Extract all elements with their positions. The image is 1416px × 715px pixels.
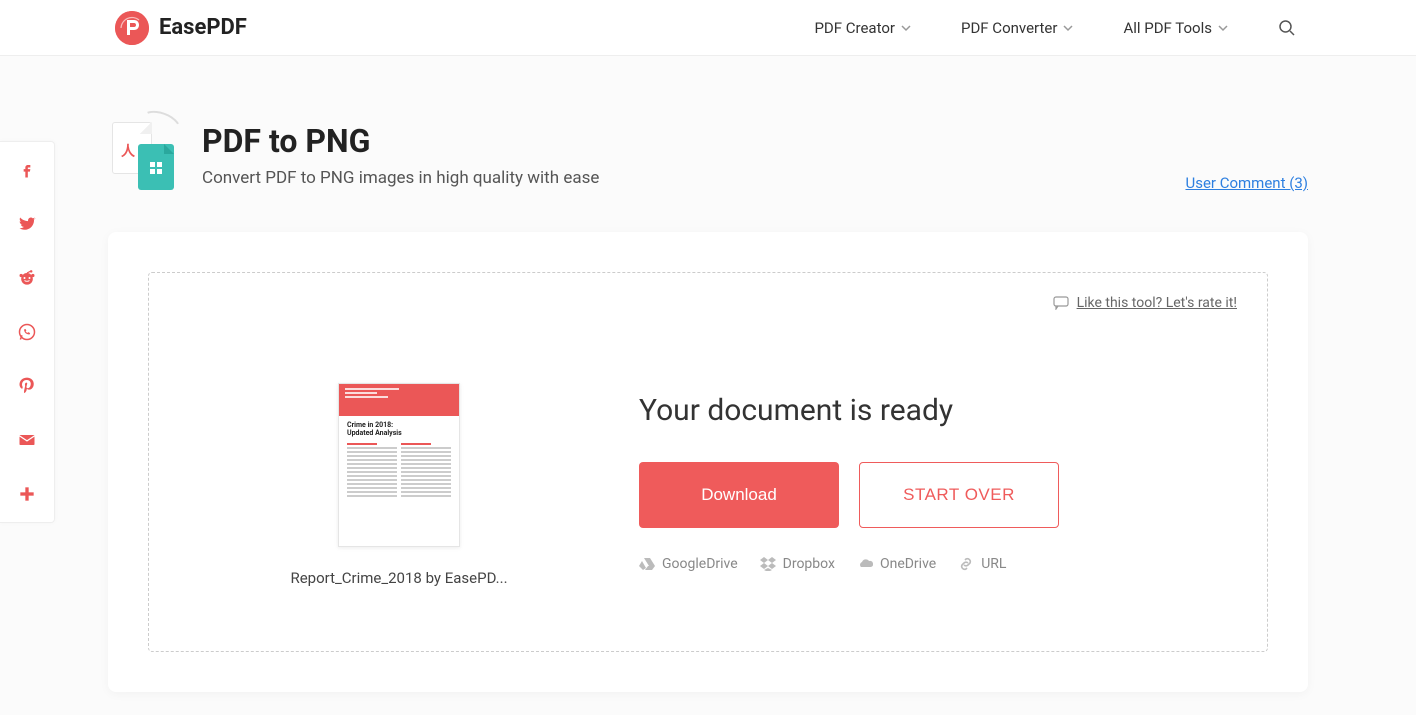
rate-tool-link[interactable]: Like this tool? Let's rate it!	[1053, 295, 1237, 311]
email-icon[interactable]	[17, 430, 37, 450]
save-dropbox[interactable]: Dropbox	[760, 556, 835, 572]
chevron-down-icon	[901, 23, 911, 33]
preview-column: Crime in 2018:Updated Analysis Report_Cr…	[229, 383, 569, 587]
page-title-row: 人 PDF to PNG Convert PDF to PNG images i…	[108, 116, 1308, 188]
drop-area: Like this tool? Let's rate it! Crime in …	[148, 272, 1268, 652]
page-title: PDF to PNG	[202, 122, 599, 160]
save-label: GoogleDrive	[662, 556, 738, 572]
user-comment-link[interactable]: User Comment (3)	[1185, 174, 1308, 192]
result-card: Like this tool? Let's rate it! Crime in …	[108, 232, 1308, 692]
button-row: Download START OVER	[639, 462, 1187, 528]
rate-tool-text: Like this tool? Let's rate it!	[1077, 295, 1237, 311]
title-text-block: PDF to PNG Convert PDF to PNG images in …	[202, 116, 599, 188]
twitter-icon[interactable]	[17, 214, 37, 234]
search-icon	[1278, 19, 1296, 37]
save-onedrive[interactable]: OneDrive	[857, 556, 936, 572]
facebook-icon[interactable]	[17, 160, 37, 180]
brand-name: EasePDF	[159, 15, 247, 40]
pinterest-icon[interactable]	[17, 376, 37, 396]
save-label: Dropbox	[783, 556, 835, 572]
nav-all-tools[interactable]: All PDF Tools	[1123, 19, 1228, 37]
chevron-down-icon	[1063, 23, 1073, 33]
output-filename: Report_Crime_2018 by EasePD...	[290, 569, 507, 587]
brand-logo-icon	[115, 11, 149, 45]
link-icon	[958, 557, 974, 571]
ready-heading: Your document is ready	[639, 393, 1187, 428]
action-column: Your document is ready Download START OV…	[639, 383, 1187, 572]
reddit-icon[interactable]	[17, 268, 37, 288]
chevron-down-icon	[1218, 23, 1228, 33]
dropbox-icon	[760, 557, 776, 571]
logo[interactable]: EasePDF	[115, 11, 247, 45]
document-thumbnail[interactable]: Crime in 2018:Updated Analysis	[338, 383, 460, 547]
main-container: 人 PDF to PNG Convert PDF to PNG images i…	[108, 56, 1308, 692]
more-share-icon[interactable]	[17, 484, 37, 504]
start-over-button[interactable]: START OVER	[859, 462, 1059, 528]
save-url[interactable]: URL	[958, 556, 1006, 572]
social-share-bar	[0, 141, 55, 523]
nav-pdf-creator[interactable]: PDF Creator	[814, 19, 911, 37]
nav-label: All PDF Tools	[1123, 19, 1212, 37]
nav-label: PDF Converter	[961, 19, 1057, 37]
save-googledrive[interactable]: GoogleDrive	[639, 556, 738, 572]
download-button[interactable]: Download	[639, 462, 839, 528]
nav-pdf-converter[interactable]: PDF Converter	[961, 19, 1073, 37]
googledrive-icon	[639, 557, 655, 571]
comment-icon	[1053, 296, 1069, 310]
page-subtitle: Convert PDF to PNG images in high qualit…	[202, 168, 599, 188]
main-nav: PDF Creator PDF Converter All PDF Tools	[814, 19, 1416, 37]
whatsapp-icon[interactable]	[17, 322, 37, 342]
save-label: OneDrive	[880, 556, 936, 572]
search-button[interactable]	[1278, 19, 1296, 37]
nav-label: PDF Creator	[814, 19, 895, 37]
result-row: Crime in 2018:Updated Analysis Report_Cr…	[189, 383, 1227, 587]
save-label: URL	[981, 556, 1006, 572]
onedrive-icon	[857, 557, 873, 571]
pdf-to-png-icon: 人	[108, 116, 178, 186]
header: EasePDF PDF Creator PDF Converter All PD…	[0, 0, 1416, 56]
save-destinations: GoogleDrive Dropbox OneDrive URL	[639, 556, 1187, 572]
